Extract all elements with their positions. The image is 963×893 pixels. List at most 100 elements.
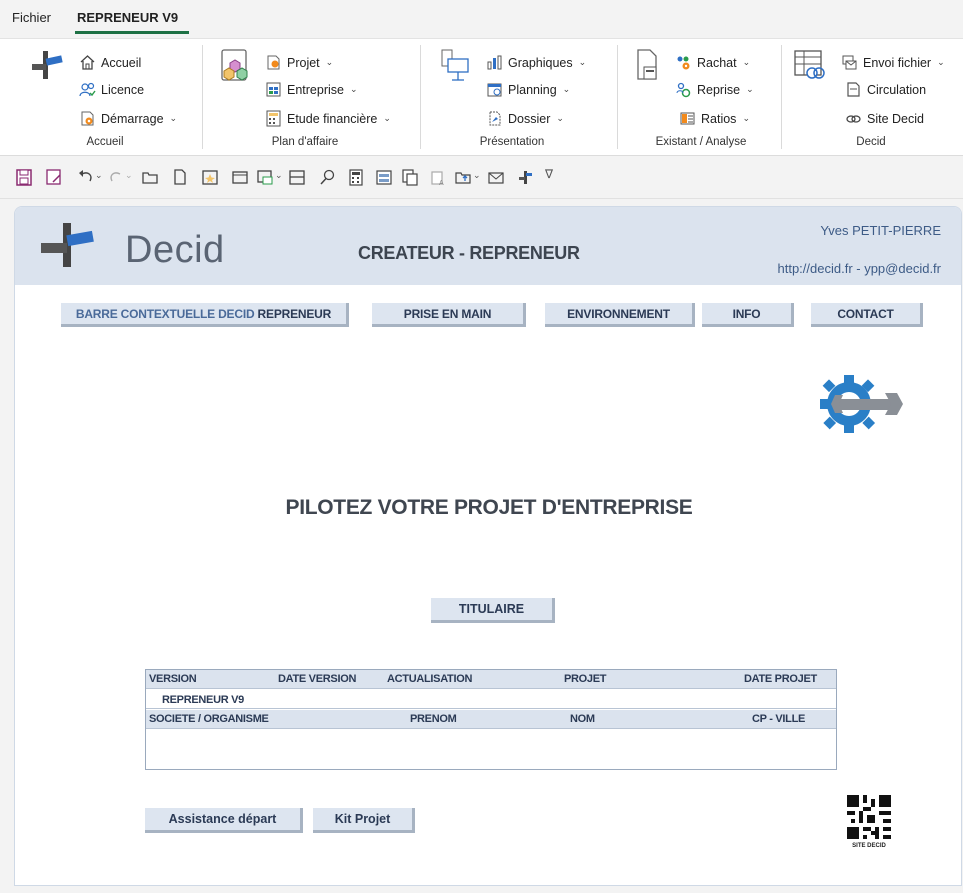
assistance-depart-button[interactable]: Assistance départ — [145, 808, 303, 833]
nav-label: REPRENEUR — [254, 306, 332, 321]
chevron-down-icon: ⌄ — [556, 113, 564, 123]
col-cp-ville: CP - VILLE — [752, 713, 806, 725]
company-icon — [266, 82, 281, 97]
table-row[interactable] — [146, 730, 836, 769]
people-gear-icon — [677, 56, 690, 70]
chevron-down-icon[interactable]: ⌄ — [125, 170, 133, 181]
ribbon-item-label: Dossier — [508, 111, 551, 126]
info-table: VERSION DATE VERSION ACTUALISATION PROJE… — [145, 669, 837, 770]
ribbon-dossier-button[interactable]: Dossier ⌄ — [486, 110, 564, 127]
nav-contact[interactable]: CONTACT — [811, 303, 923, 327]
form-icon[interactable] — [376, 169, 392, 186]
ribbon-circulation-button[interactable]: Circulation — [845, 81, 926, 98]
ribbon-item-label: Accueil — [101, 55, 142, 70]
ratios-icon — [680, 112, 695, 125]
group-label-decid: Decid — [856, 136, 886, 148]
ribbon-licence-button[interactable]: Licence — [79, 81, 144, 98]
ribbon-graphiques-button[interactable]: Graphiques ⌄ — [486, 54, 586, 71]
ribbon-accueil-button[interactable]: Accueil — [79, 54, 141, 71]
col-date-version: DATE VERSION — [278, 673, 357, 685]
chevron-down-icon[interactable]: ⌄ — [95, 170, 103, 181]
project-cubes-icon[interactable] — [218, 47, 254, 85]
undo-icon[interactable] — [78, 169, 94, 186]
ribbon-rachat-button[interactable]: Rachat ⌄ — [675, 54, 750, 71]
mail-icon[interactable] — [488, 169, 504, 186]
qr-caption: SITE DECID — [852, 843, 886, 849]
ribbon-item-label: Licence — [101, 82, 145, 97]
window-icon[interactable] — [232, 169, 248, 186]
ribbon-item-label: Rachat — [697, 55, 737, 70]
cell-version-value[interactable]: REPRENEUR V9 — [162, 694, 244, 706]
ribbon-item-label: Envoi fichier — [863, 55, 932, 70]
ribbon-projet-button[interactable]: Projet ⌄ — [265, 54, 333, 71]
save-as-icon[interactable] — [46, 169, 62, 186]
chevron-down-icon[interactable]: ⌄ — [275, 170, 283, 181]
group-divider — [781, 45, 782, 149]
save-icon[interactable] — [16, 169, 32, 186]
calculator-icon[interactable] — [348, 169, 364, 186]
contact-link[interactable]: http://decid.fr - ypp@decid.fr — [778, 261, 942, 276]
svg-text:A: A — [439, 180, 444, 186]
search-icon[interactable] — [320, 169, 336, 186]
ribbon-etude-financiere-button[interactable]: Etude financière ⌄ — [265, 110, 391, 127]
chevron-down-icon: ⌄ — [742, 57, 751, 67]
col-date-projet: DATE PROJET — [744, 673, 817, 685]
link-icon — [846, 115, 861, 123]
group-label-existant-analyse: Existant / Analyse — [655, 136, 747, 148]
col-actualisation: ACTUALISATION — [387, 673, 473, 685]
start-icon — [81, 111, 94, 126]
export-icon[interactable] — [455, 169, 471, 186]
users-icon — [79, 82, 96, 97]
open-folder-icon[interactable] — [142, 169, 158, 186]
ribbon-reprise-button[interactable]: Reprise ⌄ — [675, 81, 754, 98]
nav-info[interactable]: INFO — [702, 303, 794, 327]
group-label-presentation: Présentation — [479, 136, 545, 148]
decid-logo-icon[interactable] — [28, 47, 64, 85]
qr-code[interactable] — [847, 795, 891, 839]
ribbon-demarrage-button[interactable]: Démarrage ⌄ — [79, 110, 177, 127]
home-icon — [80, 55, 95, 70]
star-file-icon[interactable] — [202, 169, 218, 186]
group-divider — [420, 45, 421, 149]
analysis-document-icon[interactable] — [632, 47, 668, 85]
group-divider — [617, 45, 618, 149]
send-file-icon — [842, 55, 857, 70]
nav-prise-en-main[interactable]: PRISE EN MAIN — [372, 303, 526, 327]
ribbon-site-decid-button[interactable]: Site Decid — [845, 110, 924, 127]
nav-barre-contextuelle[interactable]: BARRE CONTEXTUELLE DECID REPRENEUR — [61, 303, 349, 327]
ribbon-planning-button[interactable]: Planning ⌄ — [486, 81, 570, 98]
nav-environnement[interactable]: ENVIRONNEMENT — [545, 303, 695, 327]
page-title: CREATEUR - REPRENEUR — [358, 243, 580, 263]
window-send-icon[interactable] — [257, 169, 273, 186]
decid-logo-icon[interactable] — [517, 169, 533, 186]
titulaire-button[interactable]: TITULAIRE — [431, 598, 555, 623]
ribbon-item-label: Reprise — [697, 82, 741, 97]
ribbon-item-label: Planning — [508, 82, 557, 97]
ribbon-item-label: Projet — [287, 55, 320, 70]
redo-icon[interactable] — [108, 169, 124, 186]
ribbon-envoi-fichier-button[interactable]: Envoi fichier ⌄ — [841, 54, 945, 71]
user-name: Yves PETIT-PIERRE — [820, 223, 941, 238]
ribbon-item-label: Site Decid — [867, 111, 924, 126]
brand-name: Decid — [125, 229, 225, 271]
page-icon — [847, 82, 860, 97]
ribbon-ratios-button[interactable]: Ratios ⌄ — [679, 110, 750, 127]
customize-toolbar-icon[interactable]: ∇ — [545, 167, 553, 181]
table-icon[interactable] — [289, 169, 305, 186]
chevron-down-icon[interactable]: ⌄ — [473, 170, 481, 181]
circulation-table-icon[interactable] — [792, 47, 828, 85]
tab-fichier[interactable]: Fichier — [12, 10, 51, 25]
active-tab-underline — [75, 31, 189, 34]
new-file-icon[interactable] — [172, 169, 188, 186]
ribbon-item-label: Graphiques — [508, 55, 573, 70]
chevron-down-icon: ⌄ — [562, 84, 571, 94]
copy-icon[interactable] — [402, 169, 418, 186]
tab-repreneur-v9[interactable]: REPRENEUR V9 — [77, 10, 178, 25]
ribbon-entreprise-button[interactable]: Entreprise ⌄ — [265, 81, 358, 98]
paste-format-icon[interactable]: A — [430, 169, 446, 186]
col-societe: SOCIETE / ORGANISME — [149, 713, 269, 725]
kit-projet-button[interactable]: Kit Projet — [313, 808, 415, 833]
table-header-row: VERSION DATE VERSION ACTUALISATION PROJE… — [146, 670, 836, 689]
presentation-board-icon[interactable] — [438, 47, 474, 85]
settings-wrench-icon — [820, 375, 903, 433]
